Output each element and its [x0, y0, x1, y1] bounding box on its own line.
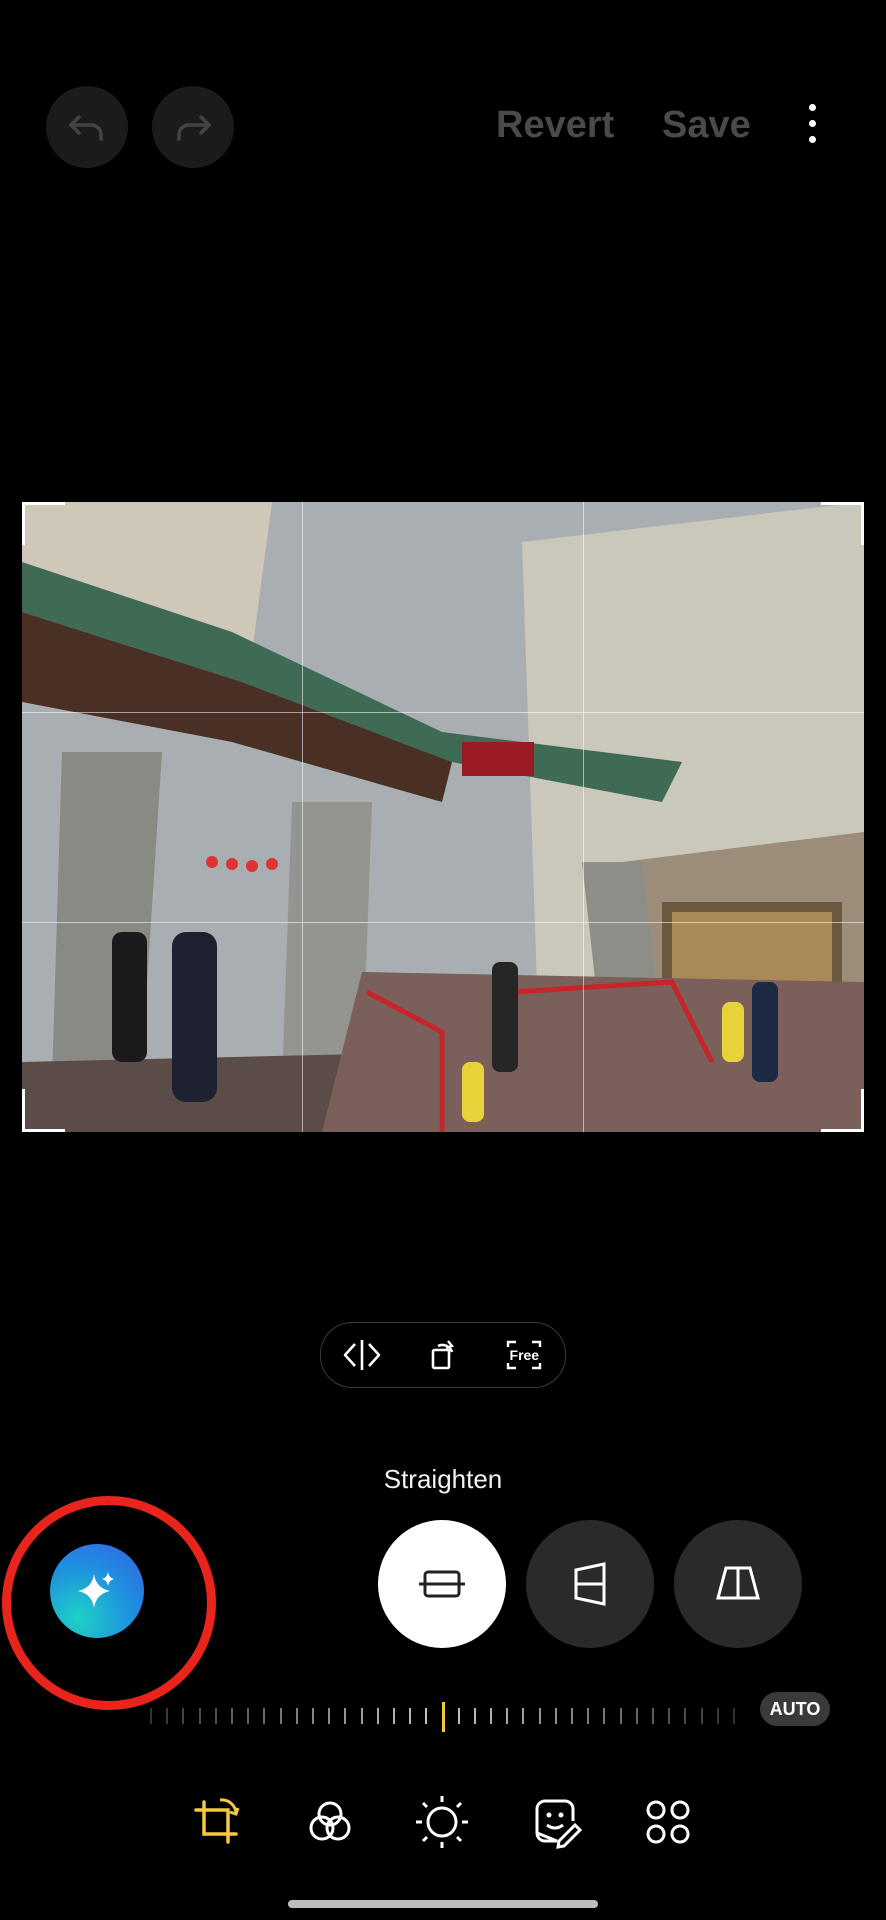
slider-tick — [425, 1708, 427, 1724]
crop-handle-top-right[interactable] — [821, 502, 864, 545]
more-vertical-icon — [808, 104, 816, 111]
slider-tick — [506, 1708, 508, 1724]
slider-tick — [312, 1708, 314, 1724]
save-button[interactable]: Save — [662, 104, 751, 147]
slider-tick — [393, 1708, 395, 1724]
rotate-button[interactable] — [419, 1331, 467, 1379]
slider-tick — [150, 1708, 152, 1724]
straighten-icon — [419, 1570, 465, 1598]
nav-tone[interactable] — [414, 1794, 470, 1850]
more-options-button[interactable] — [800, 104, 824, 152]
slider-tick — [263, 1708, 265, 1724]
redo-button[interactable] — [152, 86, 234, 168]
slider-tick — [636, 1708, 638, 1724]
slider-tick — [328, 1708, 330, 1724]
slider-tick — [166, 1708, 168, 1724]
filters-icon — [309, 1801, 351, 1841]
vertical-perspective-icon — [574, 1562, 606, 1606]
crop-rotate-icon — [194, 1798, 240, 1844]
free-aspect-label: Free — [509, 1347, 540, 1363]
revert-button[interactable]: Revert — [496, 104, 614, 147]
flip-button[interactable] — [338, 1331, 386, 1379]
apps-grid-icon — [646, 1800, 690, 1844]
photo-preview — [22, 502, 864, 1132]
slider-tick — [571, 1708, 573, 1724]
slider-tick — [231, 1708, 233, 1724]
brightness-icon — [416, 1796, 468, 1848]
slider-tick — [555, 1708, 557, 1724]
slider-tick — [458, 1708, 460, 1724]
slider-tick — [280, 1708, 282, 1724]
crop-handle-top-left[interactable] — [22, 502, 65, 545]
undo-icon — [69, 115, 103, 141]
nav-crop-rotate[interactable] — [188, 1794, 244, 1850]
adjust-mode-label: Straighten — [383, 1464, 503, 1494]
slider-tick — [247, 1708, 249, 1724]
crop-handle-bottom-right[interactable] — [821, 1089, 864, 1132]
slider-tick — [344, 1708, 346, 1724]
slider-tick — [361, 1708, 363, 1724]
horizontal-perspective-icon — [716, 1566, 760, 1600]
slider-tick — [717, 1708, 719, 1724]
straighten-mode-button[interactable] — [378, 1520, 506, 1648]
nav-more-tools[interactable] — [640, 1794, 696, 1850]
horizontal-perspective-button[interactable] — [674, 1520, 802, 1648]
slider-tick — [684, 1708, 686, 1724]
undo-button[interactable] — [46, 86, 128, 168]
slider-tick — [668, 1708, 670, 1724]
nav-filters[interactable] — [302, 1794, 358, 1850]
free-aspect-button[interactable]: Free — [500, 1331, 548, 1379]
slider-tick — [199, 1708, 201, 1724]
slider-tick — [733, 1708, 735, 1724]
slider-tick — [603, 1708, 605, 1724]
photo-canvas[interactable] — [22, 502, 864, 1132]
nav-decorations[interactable] — [528, 1794, 584, 1850]
slider-tick — [522, 1708, 524, 1724]
crop-handle-bottom-left[interactable] — [22, 1089, 65, 1132]
slider-tick — [701, 1708, 703, 1724]
slider-tick — [620, 1708, 622, 1724]
slider-tick — [296, 1708, 298, 1724]
home-indicator[interactable] — [288, 1900, 598, 1908]
vertical-perspective-button[interactable] — [526, 1520, 654, 1648]
slider-tick — [182, 1708, 184, 1724]
ai-suggest-button[interactable] — [50, 1544, 144, 1638]
redo-icon — [177, 115, 211, 141]
slider-tick — [490, 1708, 492, 1724]
slider-tick — [377, 1708, 379, 1724]
straighten-slider[interactable] — [150, 1702, 735, 1732]
auto-button[interactable]: AUTO — [760, 1692, 830, 1726]
transform-tools-pill: Free — [320, 1322, 566, 1388]
slider-tick — [409, 1708, 411, 1724]
slider-indicator — [442, 1702, 445, 1732]
sticker-edit-icon — [535, 1799, 583, 1849]
slider-tick — [474, 1708, 476, 1724]
slider-tick — [587, 1708, 589, 1724]
slider-tick — [539, 1708, 541, 1724]
slider-tick — [652, 1708, 654, 1724]
flip-icon — [343, 1340, 380, 1370]
slider-tick — [215, 1708, 217, 1724]
sparkle-icon — [78, 1572, 114, 1608]
rotate-icon — [431, 1340, 454, 1370]
